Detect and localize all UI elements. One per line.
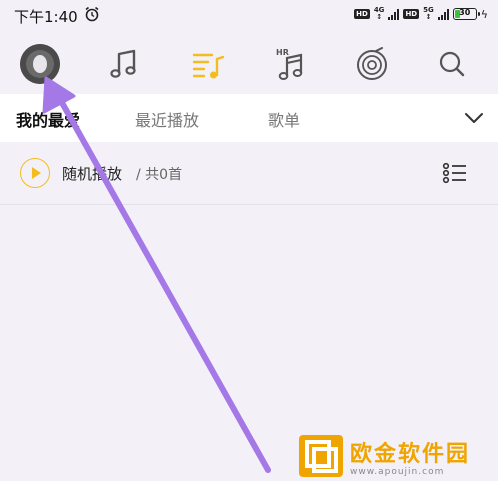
tab-playlists[interactable]: 歌单 [268, 107, 300, 131]
hd-badge: HD [354, 9, 370, 19]
playlist-icon[interactable] [188, 44, 228, 84]
tab-favorites[interactable]: 我的最爱 [16, 107, 80, 131]
hd-badge-2: HD [403, 9, 420, 19]
user-avatar-icon [20, 44, 60, 84]
signal-icon-2 [437, 8, 449, 20]
hr-music-icon[interactable]: HR [270, 44, 310, 84]
tab-recent[interactable]: 最近播放 [135, 107, 199, 131]
shuffle-play-label[interactable]: 随机播放 [62, 163, 122, 184]
list-manage-icon[interactable] [442, 162, 468, 184]
battery-percent: 30 [459, 8, 471, 17]
svg-text:HR: HR [276, 48, 289, 57]
song-count: / 共0首 [136, 167, 183, 183]
search-icon[interactable] [432, 44, 472, 84]
status-time: 下午1:40 [14, 8, 78, 26]
tab-bar: 我的最爱 最近播放 歌单 [0, 94, 498, 142]
shuffle-play-row: 随机播放 / 共0首 [0, 142, 498, 205]
alarm-icon [85, 6, 99, 22]
network-type-1: 4G ↕ [373, 6, 385, 21]
watermark: 欧金软件园 www.apoujin.com [298, 434, 470, 478]
status-bar: 下午1:40 HD 4G ↕ HD 5G ↕ 30 ϟ [0, 0, 498, 34]
watermark-url: www.apoujin.com [350, 466, 445, 477]
play-button[interactable] [20, 158, 50, 188]
top-icon-nav: HR [0, 36, 498, 92]
radio-icon[interactable] [352, 44, 392, 84]
status-indicators: HD 4G ↕ HD 5G ↕ 30 ϟ [354, 7, 488, 21]
signal-icon [388, 8, 400, 20]
music-note-icon[interactable] [104, 44, 144, 84]
battery-icon: 30 [452, 8, 480, 20]
watermark-logo-icon [299, 435, 343, 477]
charging-icon: ϟ [480, 7, 488, 21]
network-type-2: 5G ↕ [423, 6, 434, 21]
play-icon [32, 167, 41, 179]
chevron-down-icon[interactable] [464, 108, 484, 128]
avatar[interactable] [20, 44, 60, 84]
watermark-title: 欧金软件园 [350, 441, 471, 467]
